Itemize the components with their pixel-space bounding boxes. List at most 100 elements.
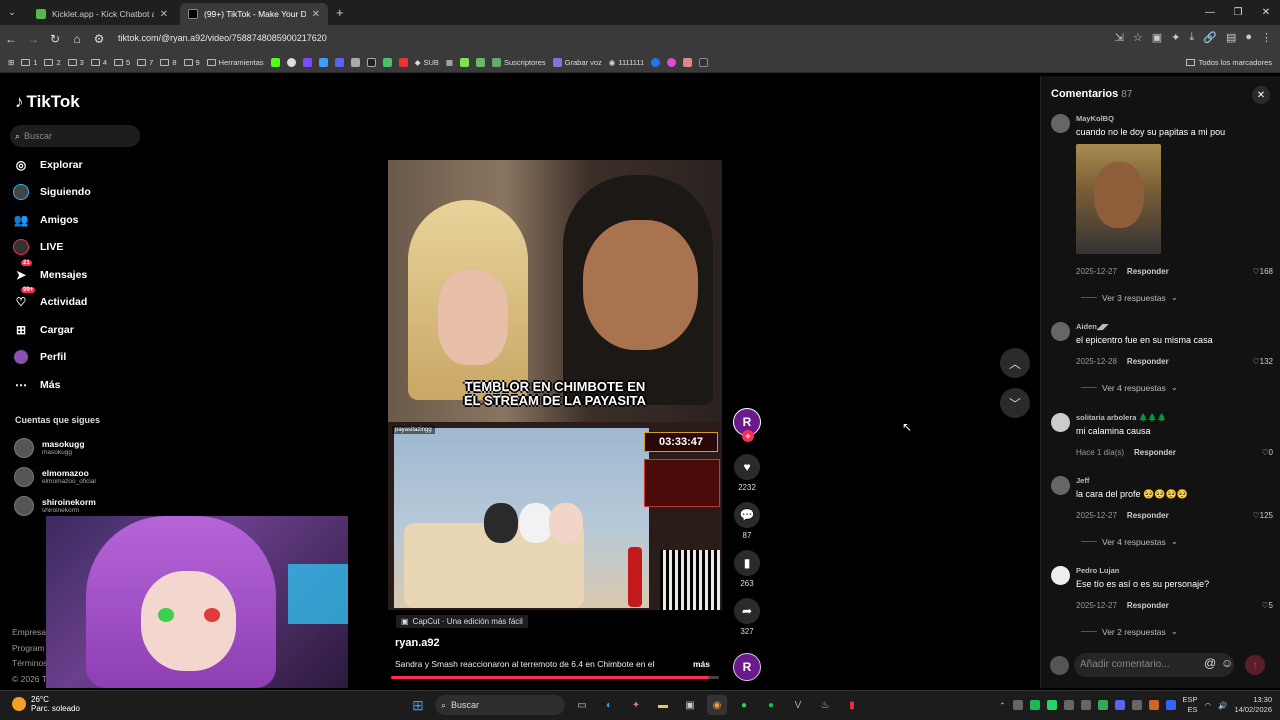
home-icon[interactable]: ⌂ [66,32,88,46]
bookmark-site[interactable] [667,58,677,67]
back-icon[interactable]: ← [0,32,22,46]
bookmark-sub[interactable]: ◆ SUB [415,58,439,67]
url-field[interactable]: tiktok.com/@ryan.a92/video/7588748085900… [118,33,327,43]
video-progress[interactable] [391,676,719,679]
comment-user[interactable]: Pedro Lujan [1076,566,1119,575]
chrome-icon[interactable]: ◉ [707,695,727,715]
task-view-icon[interactable]: ▭ [572,695,592,715]
reply-button[interactable]: Responder [1127,511,1169,520]
bookmark-site[interactable] [398,58,408,67]
whatsapp-tray-icon[interactable] [1046,700,1057,710]
bookmark-site[interactable] [683,58,693,67]
bookmark-folder[interactable]: Herramientas [206,58,264,67]
vegas-icon[interactable]: V [788,695,808,715]
bookmark-discord[interactable] [334,58,344,67]
bookmark-site[interactable] [302,58,312,67]
bookmark-grabar-voz[interactable]: Grabar voz [552,58,602,67]
avatar[interactable] [1051,413,1070,432]
avatar[interactable] [1051,322,1070,341]
puzzle-icon[interactable]: ✦ [1171,31,1180,44]
sidebar-item-siguiendo[interactable]: Siguiendo [12,179,91,207]
bookmark-suscriptores[interactable]: Suscriptores [491,58,546,67]
steam-tray-icon[interactable] [1063,700,1074,710]
bookmark-folder[interactable]: 8 [160,58,177,67]
avatar[interactable] [1051,476,1070,495]
comment-user[interactable]: Jeff [1076,476,1089,485]
downloads-icon[interactable]: ⤓ [1189,31,1194,44]
capcut-tag[interactable]: ▣ CapCut · Una edición más fácil [396,615,528,628]
comment-like[interactable]: ♡5 [1261,601,1273,610]
bookmark-folder[interactable]: 9 [183,58,200,67]
view-replies[interactable]: Ver 4 respuestas ⌄ [1081,382,1178,393]
wifi-icon[interactable]: ◠ [1205,701,1212,710]
close-tab-icon[interactable]: ✕ [160,9,168,20]
comment-like[interactable]: ♡168 [1252,267,1273,276]
close-comments-button[interactable]: ✕ [1252,86,1270,104]
view-replies[interactable]: Ver 3 respuestas ⌄ [1081,292,1178,303]
view-replies[interactable]: Ver 2 respuestas ⌄ [1081,626,1178,637]
bookmark-site[interactable] [459,58,469,67]
bookmark-1111111[interactable]: ◉ 1111111 [609,58,644,67]
footer-link[interactable]: Términos [12,656,47,672]
all-bookmarks[interactable]: Todos los marcadores [1185,58,1272,67]
save-action[interactable]: ▮ 263 [734,550,760,588]
link-icon[interactable]: 🔗 [1203,31,1217,44]
sidebar-item-explorar[interactable]: ◎ Explorar [12,151,91,179]
spotify-tray-icon[interactable] [1029,700,1040,710]
heart-icon[interactable]: ♥ [734,454,760,480]
follow-plus-icon[interactable]: + [742,430,754,442]
video-author[interactable]: ryan.a92 [395,637,440,649]
previous-video-button[interactable]: ︿ [1000,348,1030,378]
comment-icon[interactable]: 💬 [734,502,760,528]
tray-app-icon[interactable] [1012,700,1023,710]
sidebar-item-cargar[interactable]: ⊞ Cargar [12,316,91,344]
minimize-button[interactable]: — [1196,0,1224,24]
new-tab-button[interactable]: + [336,5,344,20]
forward-icon[interactable]: → [22,32,44,46]
bluetooth-icon[interactable] [1165,700,1176,710]
music-avatar[interactable]: R [733,653,761,681]
language-indicator[interactable]: ESP ES [1183,695,1198,715]
apps-icon[interactable]: ⊞ [8,58,14,67]
sidebar-item-perfil[interactable]: Perfil [12,344,91,372]
sidebar-item-mas[interactable]: ⋯ Más [12,371,91,399]
tray-app-icon[interactable] [1148,700,1159,710]
comment-like[interactable]: ♡0 [1261,448,1273,457]
search-input[interactable]: ⌕ Buscar [10,125,140,147]
app-icon[interactable]: ▮ [842,695,862,715]
tray-app-icon[interactable] [1097,700,1108,710]
sidebar-item-mensajes[interactable]: ➤ 21 Mensajes [12,259,91,289]
send-button[interactable]: ↑ [1245,655,1265,675]
bookmark-facebook[interactable] [651,58,661,67]
comment-action[interactable]: 💬 87 [734,502,760,540]
bookmark-site[interactable] [699,58,709,67]
tab-tiktok[interactable]: (99+) TikTok - Make Your Day ✕ [180,3,328,25]
avatar[interactable] [1051,566,1070,585]
reply-button[interactable]: Responder [1127,601,1169,610]
tab-kicklet[interactable]: Kicklet.app - Kick Chatbot and ✕ [28,3,176,25]
reply-button[interactable]: Responder [1134,448,1176,457]
bookmark-site[interactable] [318,58,328,67]
emoji-icon[interactable]: ☺ [1221,656,1233,670]
sidebar-item-live[interactable]: LIVE [12,234,91,262]
reply-button[interactable]: Responder [1127,267,1169,276]
steam-icon[interactable]: ♨ [815,695,835,715]
view-replies[interactable]: Ver 4 respuestas ⌄ [1081,536,1178,547]
whatsapp-icon[interactable]: ● [734,695,754,715]
bookmark-icon[interactable]: ▮ [734,550,760,576]
volume-icon[interactable]: 🔊 [1218,701,1227,710]
footer-link[interactable]: Empresa [12,625,47,641]
menu-icon[interactable]: ⋮ [1261,31,1272,44]
bookmark-tiktok[interactable] [366,58,376,67]
spotify-icon[interactable]: ● [761,695,781,715]
close-window-button[interactable]: ✕ [1252,0,1280,24]
windows-start-icon[interactable]: ⊞ [408,695,428,715]
comment-user[interactable]: MayKolBQ [1076,114,1114,123]
weather-widget[interactable]: 26°C Parc. soleado [12,695,80,713]
discord-tray-icon[interactable] [1114,700,1125,710]
following-account[interactable]: masokugg masokugg [14,433,96,462]
bookmark-folder[interactable]: 5 [113,58,130,67]
footer-link[interactable]: Program [12,641,47,657]
file-explorer-icon[interactable]: ▬ [653,695,673,715]
tab-menu-icon[interactable]: ⌄ [0,7,24,18]
